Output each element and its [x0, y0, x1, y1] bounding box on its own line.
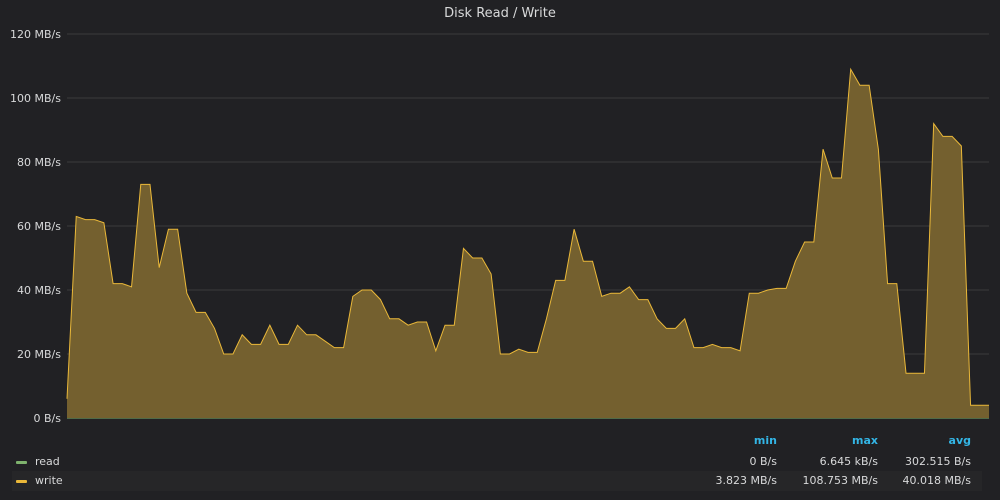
write-series-swatch-icon[interactable]: [16, 480, 27, 483]
legend-value-min: 3.823 MB/s: [715, 474, 777, 487]
legend-header: min max avg: [0, 432, 1000, 450]
legend-value-min: 0 B/s: [749, 455, 777, 468]
legend-header-min[interactable]: min: [754, 434, 777, 447]
y-tick-label: 20 MB/s: [17, 348, 61, 361]
legend-header-max[interactable]: max: [852, 434, 878, 447]
legend-row-write[interactable]: write 3.823 MB/s 108.753 MB/s 40.018 MB/…: [12, 471, 982, 491]
legend-value-max: 108.753 MB/s: [802, 474, 878, 487]
y-tick-label: 80 MB/s: [17, 156, 61, 169]
legend-value-max: 6.645 kB/s: [819, 455, 878, 468]
y-tick-label: 40 MB/s: [17, 284, 61, 297]
legend: min max avg read 0 B/s 6.645 kB/s 302.51…: [0, 432, 1000, 500]
legend-value-avg: 40.018 MB/s: [902, 474, 971, 487]
write-series-area: [67, 69, 989, 418]
chart: 0 B/s 20 MB/s 40 MB/s 60 MB/s 80 MB/s 100 MB/…: [10, 28, 989, 425]
read-series-swatch-icon[interactable]: [16, 461, 27, 464]
legend-row-read[interactable]: read 0 B/s 6.645 kB/s 302.515 B/s: [12, 452, 982, 472]
y-tick-label: 0 B/s: [34, 412, 62, 425]
y-tick-label: 60 MB/s: [17, 220, 61, 233]
legend-value-avg: 302.515 B/s: [905, 455, 971, 468]
y-tick-label: 120 MB/s: [10, 28, 61, 41]
legend-series-name[interactable]: read: [35, 455, 60, 468]
legend-series-name[interactable]: write: [35, 474, 63, 487]
legend-header-avg[interactable]: avg: [949, 434, 971, 447]
y-tick-label: 100 MB/s: [10, 92, 61, 105]
